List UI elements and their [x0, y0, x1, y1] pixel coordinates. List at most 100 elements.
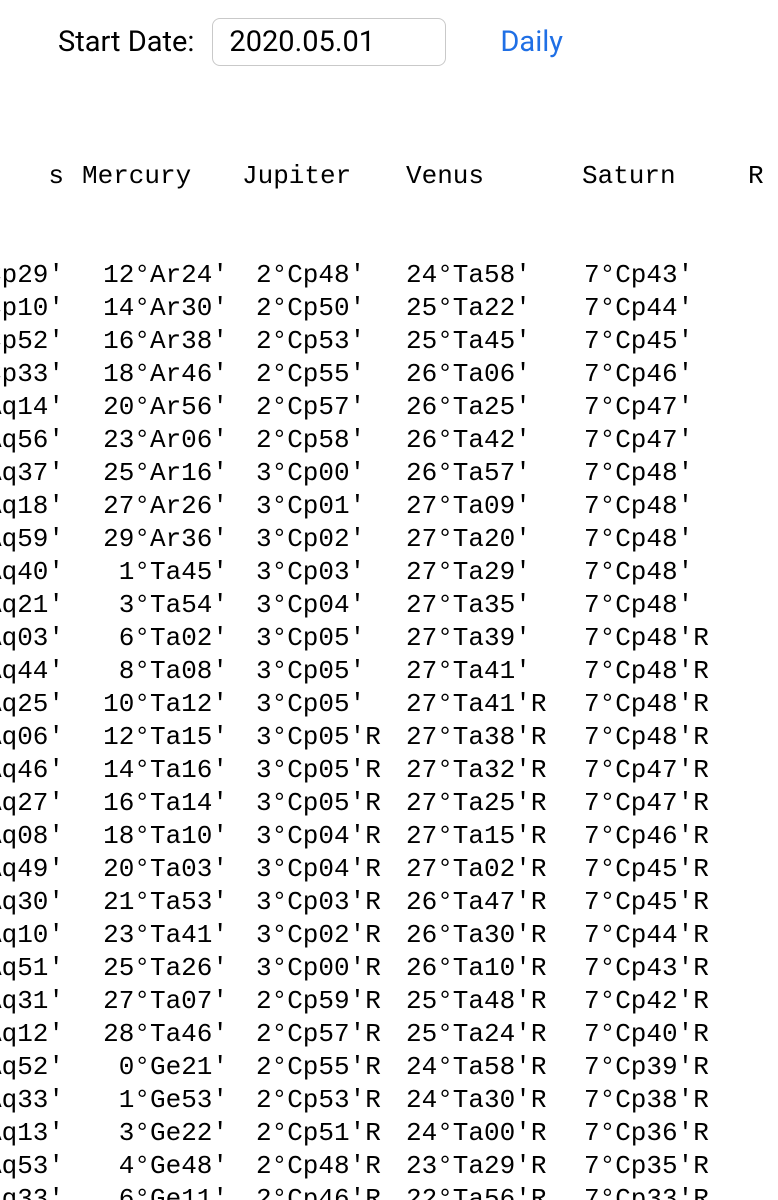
cell: 7°Cp44' — [570, 292, 734, 325]
cell: 27°Ta20' — [406, 523, 570, 556]
cell: 7°Cp48' — [570, 490, 734, 523]
col-header-jupiter: Jupiter — [242, 160, 406, 193]
cell: 2°Cp48'R — [242, 1150, 406, 1183]
cell — [734, 1183, 774, 1200]
table-header-row: s Mercury Jupiter Venus Saturn R — [0, 160, 778, 193]
table-row: Aq27'16°Ta14'3°Cp05'R27°Ta25'R7°Cp47'R — [0, 787, 778, 820]
cell: 27°Ta02'R — [406, 853, 570, 886]
cell: 20°Ta03' — [78, 853, 242, 886]
cell: 7°Cp48'R — [570, 622, 734, 655]
cell — [734, 688, 774, 721]
cell: 27°Ta29' — [406, 556, 570, 589]
cell: 2°Cp51'R — [242, 1117, 406, 1150]
cell: Aq21' — [0, 589, 78, 622]
cell: Cp52' — [0, 325, 78, 358]
cell: Cp10' — [0, 292, 78, 325]
cell: 29°Ar36' — [78, 523, 242, 556]
cell: 26°Ta06' — [406, 358, 570, 391]
table-row: Aq59'29°Ar36'3°Cp02'27°Ta20'7°Cp48' — [0, 523, 778, 556]
cell: Aq40' — [0, 556, 78, 589]
cell: 3°Cp04' — [242, 589, 406, 622]
table-row: Cp52'16°Ar38'2°Cp53'25°Ta45'7°Cp45' — [0, 325, 778, 358]
cell — [734, 886, 774, 919]
cell: 7°Cp48' — [570, 523, 734, 556]
cell — [734, 655, 774, 688]
cell: 3°Cp04'R — [242, 820, 406, 853]
table-row: Aq06'12°Ta15'3°Cp05'R27°Ta38'R7°Cp48'R — [0, 721, 778, 754]
table-row: Aq40'1°Ta45'3°Cp03'27°Ta29'7°Cp48' — [0, 556, 778, 589]
cell: Aq53' — [0, 1150, 78, 1183]
table-row: Aq51'25°Ta26'3°Cp00'R26°Ta10'R7°Cp43'R — [0, 952, 778, 985]
cell: 28°Ta46' — [78, 1018, 242, 1051]
cell: 27°Ta09' — [406, 490, 570, 523]
table-row: Aq49'20°Ta03'3°Cp04'R27°Ta02'R7°Cp45'R — [0, 853, 778, 886]
cell: 7°Cp33'R — [570, 1183, 734, 1200]
cell: 26°Ta10'R — [406, 952, 570, 985]
cell: 7°Cp48'R — [570, 655, 734, 688]
cell — [734, 622, 774, 655]
cell: 25°Ta45' — [406, 325, 570, 358]
cell — [734, 358, 774, 391]
cell: Aq18' — [0, 490, 78, 523]
cell: 7°Cp45'R — [570, 886, 734, 919]
cell: 12°Ar24' — [78, 259, 242, 292]
start-date-label: Start Date: — [58, 25, 194, 59]
cell: Aq56' — [0, 424, 78, 457]
cell: 27°Ar26' — [78, 490, 242, 523]
cell: 7°Cp43' — [570, 259, 734, 292]
cell: 3°Ge22' — [78, 1117, 242, 1150]
table-row: Aq52'0°Ge21'2°Cp55'R24°Ta58'R7°Cp39'R — [0, 1051, 778, 1084]
cell: Aq51' — [0, 952, 78, 985]
cell: 2°Cp55'R — [242, 1051, 406, 1084]
cell: 16°Ar38' — [78, 325, 242, 358]
cell: 18°Ar46' — [78, 358, 242, 391]
cell — [734, 952, 774, 985]
cell: Aq10' — [0, 919, 78, 952]
table-row: Aq31'27°Ta07'2°Cp59'R25°Ta48'R7°Cp42'R — [0, 985, 778, 1018]
cell — [734, 556, 774, 589]
start-date-input[interactable] — [212, 18, 446, 66]
cell: 3°Cp02' — [242, 523, 406, 556]
cell: 2°Cp59'R — [242, 985, 406, 1018]
cell: 27°Ta41'R — [406, 688, 570, 721]
cell: 27°Ta15'R — [406, 820, 570, 853]
cell: Aq33' — [0, 1183, 78, 1200]
cell: Aq25' — [0, 688, 78, 721]
cell: Aq03' — [0, 622, 78, 655]
cell: 27°Ta25'R — [406, 787, 570, 820]
cell: 7°Cp36'R — [570, 1117, 734, 1150]
cell: 7°Cp48' — [570, 556, 734, 589]
cell: 3°Cp05' — [242, 622, 406, 655]
cell: 7°Cp42'R — [570, 985, 734, 1018]
cell: 7°Cp46' — [570, 358, 734, 391]
cell: 27°Ta07' — [78, 985, 242, 1018]
cell: 6°Ge11' — [78, 1183, 242, 1200]
cell: 7°Cp43'R — [570, 952, 734, 985]
cell: Aq59' — [0, 523, 78, 556]
cell: 7°Cp38'R — [570, 1084, 734, 1117]
cell: 7°Cp48' — [570, 457, 734, 490]
cell: 25°Ar16' — [78, 457, 242, 490]
cell: 25°Ta26' — [78, 952, 242, 985]
ephemeris-table: s Mercury Jupiter Venus Saturn R Cp29'12… — [0, 94, 778, 1200]
cell: 20°Ar56' — [78, 391, 242, 424]
cell: 27°Ta38'R — [406, 721, 570, 754]
cell — [734, 391, 774, 424]
cell: Aq14' — [0, 391, 78, 424]
cell: 2°Cp48' — [242, 259, 406, 292]
cell: 26°Ta47'R — [406, 886, 570, 919]
cell: Aq31' — [0, 985, 78, 1018]
cell — [734, 721, 774, 754]
table-row: Cp10'14°Ar30'2°Cp50'25°Ta22'7°Cp44' — [0, 292, 778, 325]
interval-daily-link[interactable]: Daily — [500, 25, 563, 59]
table-row: Aq46'14°Ta16'3°Cp05'R27°Ta32'R7°Cp47'R — [0, 754, 778, 787]
cell: Aq44' — [0, 655, 78, 688]
table-row: Aq21'3°Ta54'3°Cp04'27°Ta35'7°Cp48' — [0, 589, 778, 622]
cell: 2°Cp58' — [242, 424, 406, 457]
cell — [734, 1150, 774, 1183]
cell — [734, 1051, 774, 1084]
cell — [734, 424, 774, 457]
cell: 7°Cp45' — [570, 325, 734, 358]
cell: 7°Cp47'R — [570, 754, 734, 787]
cell — [734, 325, 774, 358]
